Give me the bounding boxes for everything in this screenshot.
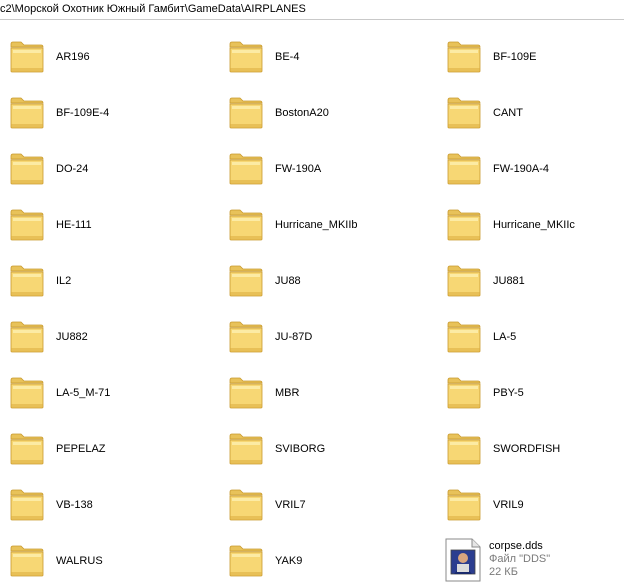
folder-label: CANT xyxy=(493,107,523,119)
folder-icon xyxy=(10,545,44,577)
file-name: corpse.dds xyxy=(489,540,543,552)
folder-label: PEPELAZ xyxy=(56,443,106,455)
folder-label: Hurricane_MKIIc xyxy=(493,219,575,231)
folder-icon xyxy=(229,377,263,409)
folder-item-ju881[interactable]: JU881 xyxy=(437,254,624,304)
folder-icon xyxy=(229,321,263,353)
folder-icon xyxy=(10,209,44,241)
folder-item-vril7[interactable]: VRIL7 xyxy=(219,478,429,528)
folder-icon xyxy=(447,377,481,409)
folder-view: AR196 BE-4 BF-109E BF-109E-4 BostonA20 C… xyxy=(0,20,624,582)
folder-label: YAK9 xyxy=(275,555,303,567)
folder-icon xyxy=(447,41,481,73)
folder-label: JU882 xyxy=(56,331,88,343)
folder-item-walrus[interactable]: WALRUS xyxy=(0,534,210,584)
folder-icon xyxy=(229,433,263,465)
folder-icon xyxy=(10,433,44,465)
folder-icon xyxy=(447,433,481,465)
folder-item-il2[interactable]: IL2 xyxy=(0,254,210,304)
folder-item-mbr[interactable]: MBR xyxy=(219,366,429,416)
folder-item-he-111[interactable]: HE-111 xyxy=(0,198,210,248)
folder-item-la-5[interactable]: LA-5 xyxy=(437,310,624,360)
file-item-corpse-dds[interactable]: corpse.dds Файл "DDS" 22 КБ xyxy=(441,530,624,582)
folder-icon xyxy=(229,97,263,129)
folder-label: HE-111 xyxy=(56,219,92,231)
folder-icon xyxy=(10,265,44,297)
address-bar[interactable]: c2\Морской Охотник Южный Гамбит\GameData… xyxy=(0,0,624,20)
folder-item-ju-87d[interactable]: JU-87D xyxy=(219,310,429,360)
folder-icon xyxy=(447,489,481,521)
folder-icon xyxy=(10,377,44,409)
folder-icon xyxy=(447,209,481,241)
folder-label: DO-24 xyxy=(56,163,89,175)
folder-label: Hurricane_MKIIb xyxy=(275,219,358,231)
folder-label: BE-4 xyxy=(275,51,300,63)
folder-icon xyxy=(10,489,44,521)
folder-item-ju882[interactable]: JU882 xyxy=(0,310,210,360)
folder-item-be-4[interactable]: BE-4 xyxy=(219,30,429,80)
folder-label: FW-190A xyxy=(275,163,322,175)
folder-label: FW-190A-4 xyxy=(493,163,550,175)
folder-item-swordfish[interactable]: SWORDFISH xyxy=(437,422,624,472)
folder-item-pby-5[interactable]: PBY-5 xyxy=(437,366,624,416)
folder-label: JU-87D xyxy=(275,331,313,343)
folder-item-bf-109e[interactable]: BF-109E xyxy=(437,30,624,80)
file-size: 22 КБ xyxy=(489,566,518,578)
folder-item-fw-190a-4[interactable]: FW-190A-4 xyxy=(437,142,624,192)
folder-item-yak9[interactable]: YAK9 xyxy=(219,534,429,584)
folder-item-bf-109e-4[interactable]: BF-109E-4 xyxy=(0,86,210,136)
folder-item-vb-138[interactable]: VB-138 xyxy=(0,478,210,528)
folder-item-la-5_m-71[interactable]: LA-5_M-71 xyxy=(0,366,210,416)
folder-icon xyxy=(229,489,263,521)
folder-icon xyxy=(10,41,44,73)
folder-label: SVIBORG xyxy=(275,443,326,455)
folder-item-ju88[interactable]: JU88 xyxy=(219,254,429,304)
folder-icon xyxy=(447,97,481,129)
folder-icon xyxy=(10,321,44,353)
folder-icon xyxy=(229,41,263,73)
folder-icon xyxy=(229,209,263,241)
folder-icon xyxy=(10,97,44,129)
folder-label: VRIL9 xyxy=(493,499,524,511)
folder-icon xyxy=(447,265,481,297)
folder-label: BostonA20 xyxy=(275,107,329,119)
folder-item-pepelaz[interactable]: PEPELAZ xyxy=(0,422,210,472)
file-type: Файл "DDS" xyxy=(489,553,551,565)
folder-label: LA-5_M-71 xyxy=(56,387,111,399)
folder-item-ar196[interactable]: AR196 xyxy=(0,30,210,80)
folder-label: WALRUS xyxy=(56,555,103,567)
folder-icon xyxy=(10,153,44,185)
folder-label: JU88 xyxy=(275,275,301,287)
folder-icon xyxy=(229,265,263,297)
folder-icon xyxy=(229,545,263,577)
folder-item-hurricane_mkiic[interactable]: Hurricane_MKIIc xyxy=(437,198,624,248)
folder-label: LA-5 xyxy=(493,331,517,343)
folder-icon xyxy=(229,153,263,185)
folder-label: AR196 xyxy=(56,51,90,63)
folder-icon xyxy=(447,321,481,353)
folder-label: SWORDFISH xyxy=(493,443,561,455)
folder-label: IL2 xyxy=(56,275,72,287)
folder-icon xyxy=(447,153,481,185)
folder-label: JU881 xyxy=(493,275,525,287)
folder-label: PBY-5 xyxy=(493,387,524,399)
folder-label: MBR xyxy=(275,387,300,399)
folder-item-bostona20[interactable]: BostonA20 xyxy=(219,86,429,136)
address-path: c2\Морской Охотник Южный Гамбит\GameData… xyxy=(0,3,306,15)
folder-label: VB-138 xyxy=(56,499,93,511)
dds-file-icon xyxy=(445,538,481,582)
folder-item-hurricane_mkiib[interactable]: Hurricane_MKIIb xyxy=(219,198,429,248)
folder-label: VRIL7 xyxy=(275,499,306,511)
folder-label: BF-109E-4 xyxy=(56,107,110,119)
folder-item-fw-190a[interactable]: FW-190A xyxy=(219,142,429,192)
folder-item-sviborg[interactable]: SVIBORG xyxy=(219,422,429,472)
folder-item-cant[interactable]: CANT xyxy=(437,86,624,136)
folder-item-vril9[interactable]: VRIL9 xyxy=(437,478,624,528)
folder-item-do-24[interactable]: DO-24 xyxy=(0,142,210,192)
folder-label: BF-109E xyxy=(493,51,537,63)
